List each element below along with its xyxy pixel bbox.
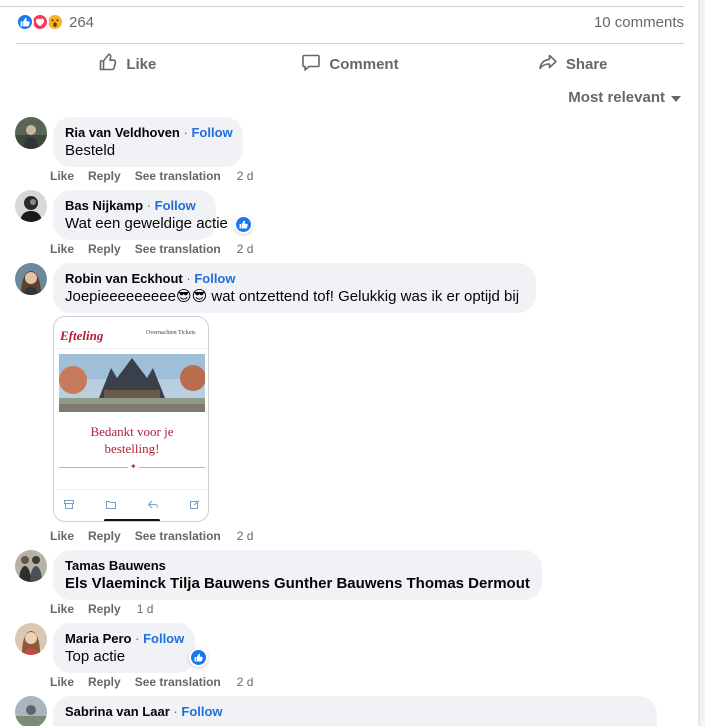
- home-indicator: [104, 519, 160, 521]
- comment-bubble: Bas Nijkamp · Follow Wat een geweldige a…: [53, 190, 228, 240]
- comment-actions: Like Reply See translation 2 d: [50, 528, 253, 544]
- avatar[interactable]: [15, 263, 47, 295]
- separator-dot: ·: [173, 704, 178, 719]
- caret-down-icon: [671, 95, 681, 102]
- follow-button[interactable]: Follow: [181, 704, 222, 719]
- comment-sort-dropdown[interactable]: Most relevant: [568, 89, 681, 106]
- comment-reply-button[interactable]: Reply: [88, 601, 121, 617]
- see-translation-link[interactable]: See translation: [135, 241, 221, 257]
- avatar[interactable]: [15, 696, 47, 726]
- separator-dot: ·: [135, 631, 140, 646]
- comment-author[interactable]: Sabrina van Laar: [65, 704, 170, 719]
- thank-you-message: Bedankt voor je bestelling!: [54, 423, 208, 457]
- thumbs-up-icon: [98, 52, 118, 76]
- like-button[interactable]: Like: [16, 46, 239, 82]
- top-divider: [0, 6, 684, 7]
- comment-like-button[interactable]: Like: [50, 528, 74, 544]
- efteling-header: Efteling Overnachten Tickets: [54, 317, 208, 349]
- avatar[interactable]: [15, 550, 47, 582]
- comment-author[interactable]: Robin van Eckhout: [65, 271, 183, 286]
- sparkle-icon: ✦: [128, 462, 139, 471]
- comment-attachment-image[interactable]: Efteling Overnachten Tickets Bedankt voo…: [53, 316, 209, 522]
- comment-bubble: Robin van Eckhout · Follow Joepieeeeeeee…: [53, 263, 536, 313]
- share-button[interactable]: Share: [461, 46, 684, 82]
- comment-actions: Like Reply See translation 2 d: [50, 241, 253, 257]
- follow-button[interactable]: Follow: [191, 125, 232, 140]
- comment-reply-button[interactable]: Reply: [88, 241, 121, 257]
- comment-reply-button[interactable]: Reply: [88, 674, 121, 690]
- comment-bubble: Sabrina van Laar · Follow: [53, 696, 657, 726]
- follow-button[interactable]: Follow: [155, 198, 196, 213]
- comment-actions: Like Reply 1 d: [50, 601, 153, 617]
- separator-dot: ·: [183, 125, 188, 140]
- archive-icon: [64, 496, 74, 509]
- post-action-bar: Like Comment Share: [16, 46, 684, 82]
- like-button-label: Like: [126, 55, 157, 73]
- see-translation-link[interactable]: See translation: [135, 168, 221, 184]
- comment-text: Wat een geweldige actie: [65, 215, 228, 232]
- sort-label: Most relevant: [568, 89, 665, 106]
- share-arrow-icon: [538, 52, 558, 76]
- comment-author[interactable]: Ria van Veldhoven: [65, 125, 180, 140]
- compose-icon: [190, 496, 200, 509]
- comment-button-label: Comment: [329, 55, 399, 73]
- share-button-label: Share: [565, 55, 608, 73]
- follow-button[interactable]: Follow: [143, 631, 184, 646]
- castle-photo: [59, 354, 205, 412]
- efteling-nav: Overnachten Tickets: [146, 330, 196, 336]
- comment-author[interactable]: Bas Nijkamp: [65, 198, 143, 213]
- efteling-logo: Efteling: [60, 328, 104, 343]
- avatar[interactable]: [15, 623, 47, 655]
- follow-button[interactable]: Follow: [194, 271, 235, 286]
- comment-reply-button[interactable]: Reply: [88, 168, 121, 184]
- stats-divider: [16, 43, 684, 44]
- comment-timestamp[interactable]: 2 d: [237, 674, 254, 690]
- browser-toolbar: [54, 489, 208, 521]
- comment-text: Besteld: [65, 142, 116, 159]
- comment-bubble: Maria Pero · Follow Top actie: [53, 623, 195, 673]
- avatar[interactable]: [15, 190, 47, 222]
- see-translation-link[interactable]: See translation: [135, 674, 221, 690]
- see-translation-link[interactable]: See translation: [135, 528, 221, 544]
- speech-bubble-icon: [301, 52, 321, 76]
- comments-count[interactable]: 10 comments: [594, 14, 684, 31]
- separator-dot: ·: [186, 271, 191, 286]
- comment-bubble: Tamas Bauwens Els Vlaeminck Tilja Bauwen…: [53, 550, 542, 600]
- comment-button[interactable]: Comment: [239, 46, 462, 82]
- comment-actions: Like Reply See translation 2 d: [50, 168, 253, 184]
- thank-you-line-1: Bedankt voor je: [90, 424, 174, 439]
- thank-you-line-2: bestelling!: [104, 441, 160, 456]
- comment-author[interactable]: Maria Pero: [65, 631, 131, 646]
- comment-text-mentions[interactable]: Els Vlaeminck Tilja Bauwens Gunther Bauw…: [65, 574, 530, 594]
- comment-text: Top actie: [65, 648, 126, 665]
- comment-reaction-like-icon[interactable]: [189, 648, 208, 667]
- comment-text: Joepieeeeeeeee😎😎 wat ontzettend tof! Gel…: [65, 288, 520, 305]
- comment-timestamp[interactable]: 2 d: [237, 241, 254, 257]
- comment-like-button[interactable]: Like: [50, 241, 74, 257]
- folder-icon: [106, 496, 116, 509]
- comment-like-button[interactable]: Like: [50, 168, 74, 184]
- reaction-stats: 264 10 comments: [16, 12, 684, 32]
- comment-timestamp[interactable]: 1 d: [137, 601, 154, 617]
- reaction-summary[interactable]: 264: [16, 13, 94, 31]
- reply-icon: [147, 496, 158, 509]
- separator-dot: ·: [146, 198, 152, 213]
- comment-like-button[interactable]: Like: [50, 601, 74, 617]
- comment-author[interactable]: Tamas Bauwens: [65, 558, 166, 573]
- reaction-count[interactable]: 264: [69, 14, 94, 31]
- comment-like-button[interactable]: Like: [50, 674, 74, 690]
- comment-timestamp[interactable]: 2 d: [237, 528, 254, 544]
- comment-reaction-like-icon[interactable]: [234, 215, 253, 234]
- comment-actions: Like Reply See translation 2 d: [50, 674, 253, 690]
- scrollbar-track[interactable]: [700, 0, 705, 726]
- comment-reply-button[interactable]: Reply: [88, 528, 121, 544]
- comment-timestamp[interactable]: 2 d: [237, 168, 254, 184]
- avatar[interactable]: [15, 117, 47, 149]
- like-icon: [16, 13, 34, 31]
- comment-bubble: Ria van Veldhoven · Follow Besteld: [53, 117, 243, 167]
